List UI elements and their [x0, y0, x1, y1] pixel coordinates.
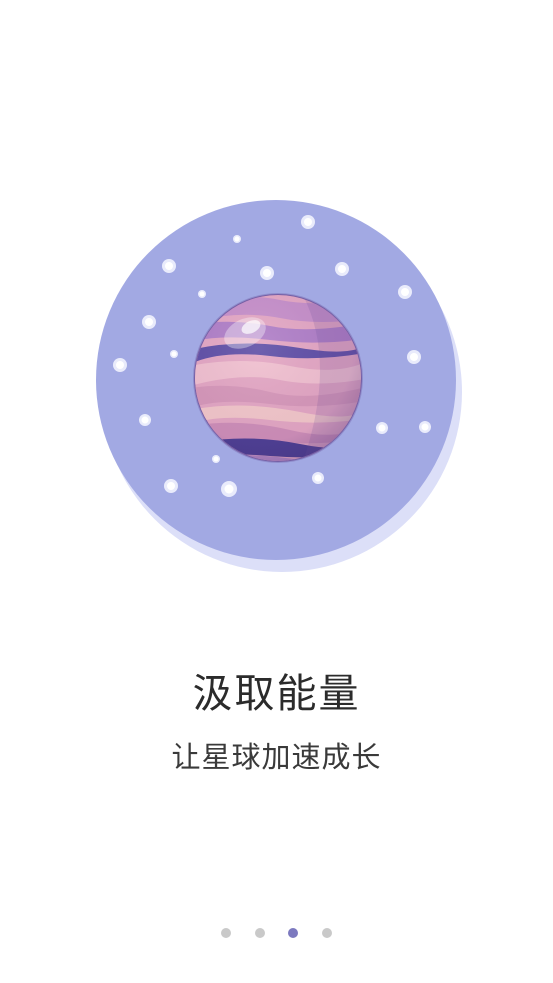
page-indicator	[0, 926, 553, 942]
page-dot-4[interactable]	[322, 928, 332, 938]
page-dot-1[interactable]	[221, 928, 231, 938]
page-subtitle: 让星球加速成长	[171, 740, 382, 774]
page-title: 汲取能量	[192, 671, 361, 717]
planet-illustration-icon	[96, 200, 462, 572]
page-dot-3-active[interactable]	[288, 928, 298, 938]
page-dot-2[interactable]	[255, 928, 265, 938]
onboarding-screen: 汲取能量 让星球加速成长	[0, 0, 553, 983]
